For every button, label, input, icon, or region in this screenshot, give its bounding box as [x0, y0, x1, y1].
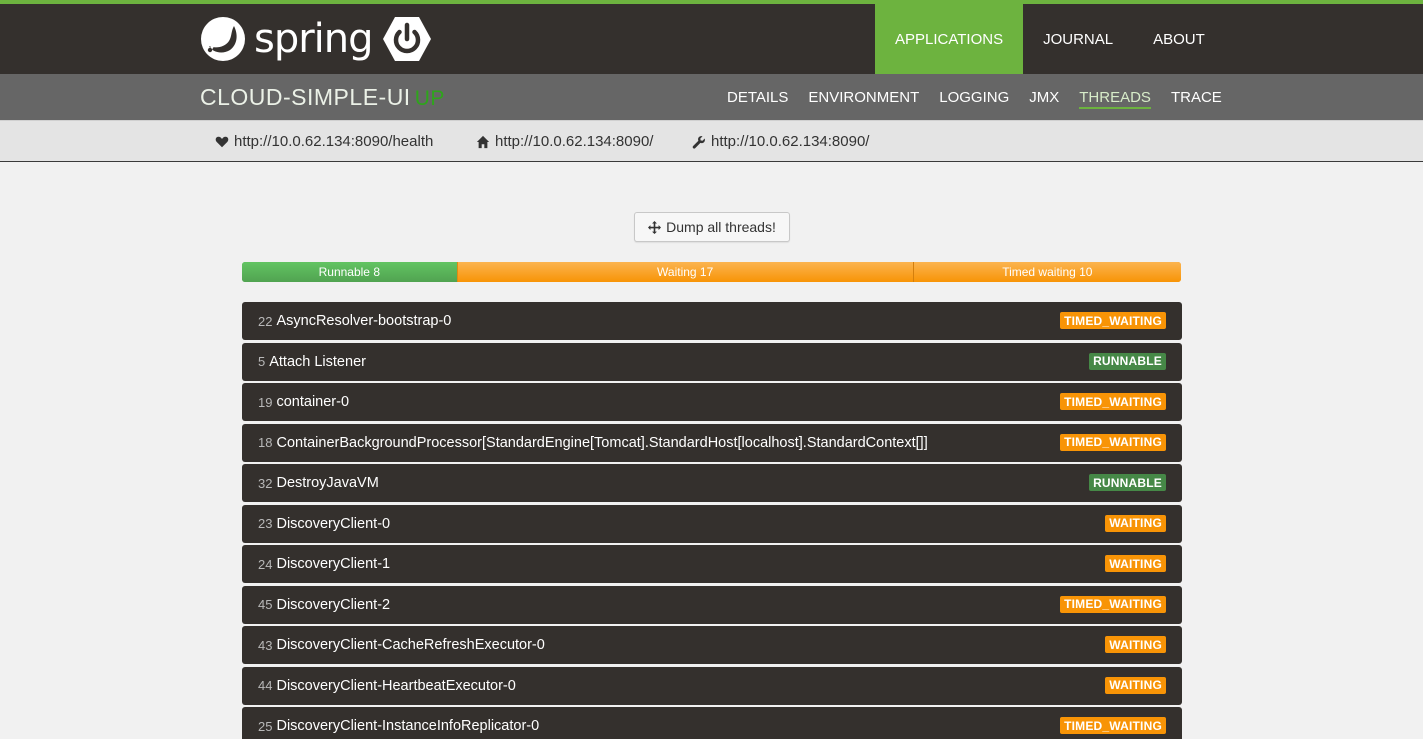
thread-id: 18 [258, 435, 273, 450]
spring-logo[interactable]: spring [200, 16, 374, 62]
thread-name: DestroyJavaVM [276, 475, 379, 491]
thread-row[interactable]: 45 DiscoveryClient-2 TIMED_WAITING [242, 585, 1182, 624]
tab-logging[interactable]: LOGGING [929, 74, 1019, 120]
thread-id: 45 [258, 597, 273, 612]
thread-name: DiscoveryClient-CacheRefreshExecutor-0 [276, 637, 545, 653]
thread-id: 24 [258, 556, 273, 572]
spring-leaf-icon [201, 17, 245, 61]
thread-row[interactable]: 5 Attach Listener RUNNABLE [242, 342, 1182, 381]
thread-row[interactable]: 23 DiscoveryClient-0 WAITING [242, 504, 1182, 543]
thread-list: 22 AsyncResolver-bootstrap-0 TIMED_WAITING… [242, 302, 1182, 739]
app-name: CLOUD-SIMPLE-UI [200, 84, 411, 110]
app-tabs: DETAILS ENVIRONMENT LOGGING JMX THREADS … [717, 74, 1232, 120]
thread-state-badge: RUNNABLE [1089, 474, 1166, 491]
thread-id: 23 [258, 516, 273, 531]
thread-name: Attach Listener [269, 353, 366, 370]
main-nav: APPLICATIONS JOURNAL ABOUT [875, 4, 1225, 74]
thread-row[interactable]: 19 container-0 TIMED_WAITING [242, 383, 1182, 421]
heart-icon [215, 136, 229, 147]
management-url[interactable]: http://10.0.62.134:8090/ [692, 121, 869, 162]
thread-id: 32 [258, 475, 273, 491]
home-url[interactable]: http://10.0.62.134:8090/ [476, 121, 653, 162]
top-navbar: spring APPLICATIONS JOURNAL ABOUT [0, 4, 1423, 74]
page-title: CLOUD-SIMPLE-UI UP [200, 83, 445, 113]
thread-row[interactable]: 18 ContainerBackgroundProcessor[StandardE… [242, 423, 1182, 462]
thread-state-badge: WAITING [1105, 514, 1166, 532]
summary-runnable-label: Runnable 8 [318, 265, 380, 279]
dump-threads-label: Dump all threads! [666, 219, 776, 235]
thread-name: DiscoveryClient-HeartbeatExecutor-0 [276, 677, 516, 694]
thread-id: 43 [258, 637, 273, 653]
summary-timed-waiting-label: Timed waiting 10 [1002, 265, 1093, 279]
thread-state-badge: TIMED_WAITING [1060, 433, 1166, 451]
summary-runnable: Runnable 8 [242, 262, 457, 282]
power-hexagon-icon [383, 17, 431, 61]
thread-id: 22 [258, 313, 273, 329]
url-bar: http://10.0.62.134:8090/health http://10… [0, 120, 1423, 162]
thread-state-badge: WAITING [1105, 676, 1166, 694]
thread-id: 5 [258, 354, 266, 369]
summary-waiting: Waiting 17 [456, 262, 913, 282]
thread-row[interactable]: 25 DiscoveryClient-InstanceInfoReplicator… [242, 707, 1182, 739]
tab-environment[interactable]: ENVIRONMENT [798, 74, 929, 120]
thread-id: 19 [258, 394, 273, 410]
home-icon [476, 135, 490, 148]
thread-id: 25 [258, 718, 273, 734]
health-url-text: http://10.0.62.134:8090/health [234, 133, 434, 150]
thread-state-badge: TIMED_WAITING [1060, 393, 1166, 410]
thread-state-badge: WAITING [1105, 555, 1166, 572]
nav-about[interactable]: ABOUT [1133, 4, 1225, 74]
nav-journal[interactable]: JOURNAL [1023, 4, 1133, 74]
thread-state-badge: WAITING [1105, 636, 1166, 653]
thread-name: DiscoveryClient-0 [276, 515, 391, 532]
tab-threads[interactable]: THREADS [1069, 74, 1161, 120]
thread-name: DiscoveryClient-2 [276, 596, 391, 613]
thread-name: DiscoveryClient-InstanceInfoReplicator-0 [276, 718, 540, 734]
summary-timed-waiting: Timed waiting 10 [912, 262, 1181, 282]
thread-row[interactable]: 22 AsyncResolver-bootstrap-0 TIMED_WAITING [242, 302, 1182, 340]
thread-name: container-0 [276, 394, 350, 410]
thread-id: 44 [258, 678, 273, 693]
thread-name: DiscoveryClient-1 [276, 556, 391, 572]
thread-state-summary: Runnable 8 Waiting 17 Timed waiting 10 [242, 262, 1181, 282]
summary-waiting-label: Waiting 17 [657, 265, 714, 279]
logo-text: spring [254, 16, 374, 62]
application-header: CLOUD-SIMPLE-UI UP DETAILS ENVIRONMENT LO… [0, 74, 1423, 120]
thread-state-badge: TIMED_WAITING [1060, 312, 1166, 329]
health-url[interactable]: http://10.0.62.134:8090/health [215, 121, 433, 162]
tab-trace[interactable]: TRACE [1161, 74, 1232, 120]
thread-state-badge: RUNNABLE [1089, 352, 1166, 370]
thread-state-badge: TIMED_WAITING [1060, 717, 1166, 734]
tab-jmx[interactable]: JMX [1019, 74, 1069, 120]
home-url-text: http://10.0.62.134:8090/ [495, 133, 654, 150]
wrench-icon [692, 135, 705, 149]
management-url-text: http://10.0.62.134:8090/ [711, 133, 870, 150]
thread-row[interactable]: 44 DiscoveryClient-HeartbeatExecutor-0 WAI… [242, 666, 1182, 705]
thread-row[interactable]: 32 DestroyJavaVM RUNNABLE [242, 464, 1182, 502]
status-badge: UP [414, 87, 445, 110]
nav-applications[interactable]: APPLICATIONS [875, 4, 1024, 74]
thread-name: AsyncResolver-bootstrap-0 [276, 313, 452, 329]
dump-threads-button[interactable]: Dump all threads! [634, 212, 790, 242]
thread-row[interactable]: 24 DiscoveryClient-1 WAITING [242, 545, 1182, 583]
move-icon [648, 220, 662, 234]
thread-name: ContainerBackgroundProcessor[StandardEng… [276, 434, 928, 451]
thread-state-badge: TIMED_WAITING [1060, 595, 1166, 613]
thread-row[interactable]: 43 DiscoveryClient-CacheRefreshExecutor-0… [242, 626, 1182, 664]
tab-details[interactable]: DETAILS [717, 74, 798, 120]
